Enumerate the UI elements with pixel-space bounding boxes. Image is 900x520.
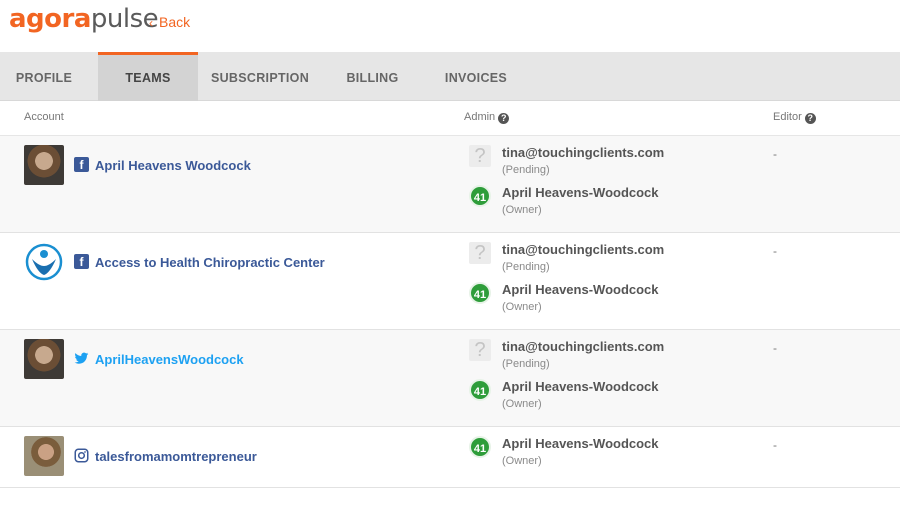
admin-member: ? tina@touchingclients.com (Pending) — [469, 339, 769, 379]
admin-name: April Heavens-Woodcock — [502, 282, 659, 297]
account-avatar — [24, 145, 64, 185]
tab-billing[interactable]: BILLING — [335, 52, 410, 101]
facebook-icon: f — [74, 157, 89, 172]
admin-name: tina@touchingclients.com — [502, 339, 665, 354]
column-editor-label: Editor — [773, 111, 802, 123]
question-circle-icon[interactable]: ? — [498, 113, 510, 124]
admin-name: April Heavens-Woodcock — [502, 379, 659, 394]
editor-value: - — [773, 244, 777, 258]
account-name[interactable]: Access to Health Chiropractic Center — [95, 255, 325, 270]
admin-name: tina@touchingclients.com — [502, 145, 665, 160]
agorapulse-logo[interactable]: agorapulse — [9, 4, 159, 34]
editor-value: - — [773, 341, 777, 355]
admin-member: ? tina@touchingclients.com (Pending) — [469, 242, 769, 282]
account-name[interactable]: AprilHeavensWoodcock — [95, 352, 244, 367]
table-row: f Access to Health Chiropractic Center ?… — [0, 233, 900, 330]
unknown-user-icon: ? — [469, 339, 491, 361]
column-account: Account — [24, 111, 64, 123]
tab-subscription[interactable]: SUBSCRIPTION — [205, 52, 315, 101]
admin-member: 41 April Heavens-Woodcock (Owner) — [469, 436, 769, 476]
account-avatar — [24, 339, 64, 379]
top-bar: agorapulse ‹ Back — [0, 0, 900, 52]
instagram-camera-icon — [74, 448, 89, 463]
admin-role: (Pending) — [502, 164, 550, 176]
admin-role: (Pending) — [502, 358, 550, 370]
chiropractic-logo-icon — [25, 243, 63, 281]
admin-role: (Owner) — [502, 301, 542, 313]
admin-member: 41 April Heavens-Woodcock (Owner) — [469, 185, 769, 225]
table-header: Account Admin? Editor? — [0, 101, 900, 136]
twitter-bird-icon — [74, 352, 89, 364]
account-avatar — [24, 242, 64, 282]
twitter-icon — [74, 351, 89, 366]
editor-value: - — [773, 438, 777, 452]
instagram-icon — [74, 448, 89, 463]
table-row: AprilHeavensWoodcock ? tina@touchingclie… — [0, 330, 900, 427]
tab-profile[interactable]: PROFILE — [0, 52, 88, 101]
logo-part-agora: agora — [9, 4, 91, 34]
table-row: talesfromamomtrepreneur 41 April Heavens… — [0, 427, 900, 488]
table-row: f April Heavens Woodcock ? tina@touching… — [0, 136, 900, 233]
admin-member: 41 April Heavens-Woodcock (Owner) — [469, 282, 769, 322]
tab-teams[interactable]: TEAMS — [98, 52, 198, 101]
owner-avatar-icon: 41 — [469, 282, 491, 304]
admin-role: (Owner) — [502, 455, 542, 467]
column-editor: Editor? — [773, 111, 816, 124]
owner-avatar-icon: 41 — [469, 436, 491, 458]
tab-invoices[interactable]: INVOICES — [435, 52, 517, 101]
editor-value: - — [773, 147, 777, 161]
admin-member: 41 April Heavens-Woodcock (Owner) — [469, 379, 769, 419]
admin-role: (Owner) — [502, 398, 542, 410]
facebook-icon: f — [74, 254, 89, 269]
admin-role: (Owner) — [502, 204, 542, 216]
admin-member: ? tina@touchingclients.com (Pending) — [469, 145, 769, 185]
admin-name: April Heavens-Woodcock — [502, 436, 659, 451]
owner-avatar-icon: 41 — [469, 379, 491, 401]
account-name[interactable]: talesfromamomtrepreneur — [95, 449, 257, 464]
chevron-left-icon: ‹ — [149, 16, 153, 30]
column-admin: Admin? — [464, 111, 510, 124]
account-name[interactable]: April Heavens Woodcock — [95, 158, 251, 173]
column-admin-label: Admin — [464, 111, 496, 123]
owner-avatar-icon: 41 — [469, 185, 491, 207]
question-circle-icon[interactable]: ? — [804, 113, 816, 124]
admin-name: tina@touchingclients.com — [502, 242, 665, 257]
admin-name: April Heavens-Woodcock — [502, 185, 659, 200]
account-avatar — [24, 436, 64, 476]
back-link[interactable]: ‹ Back — [149, 14, 190, 30]
back-label: Back — [159, 14, 191, 30]
admin-role: (Pending) — [502, 261, 550, 273]
unknown-user-icon: ? — [469, 145, 491, 167]
settings-tabs: PROFILE TEAMS SUBSCRIPTION BILLING INVOI… — [0, 52, 900, 101]
unknown-user-icon: ? — [469, 242, 491, 264]
